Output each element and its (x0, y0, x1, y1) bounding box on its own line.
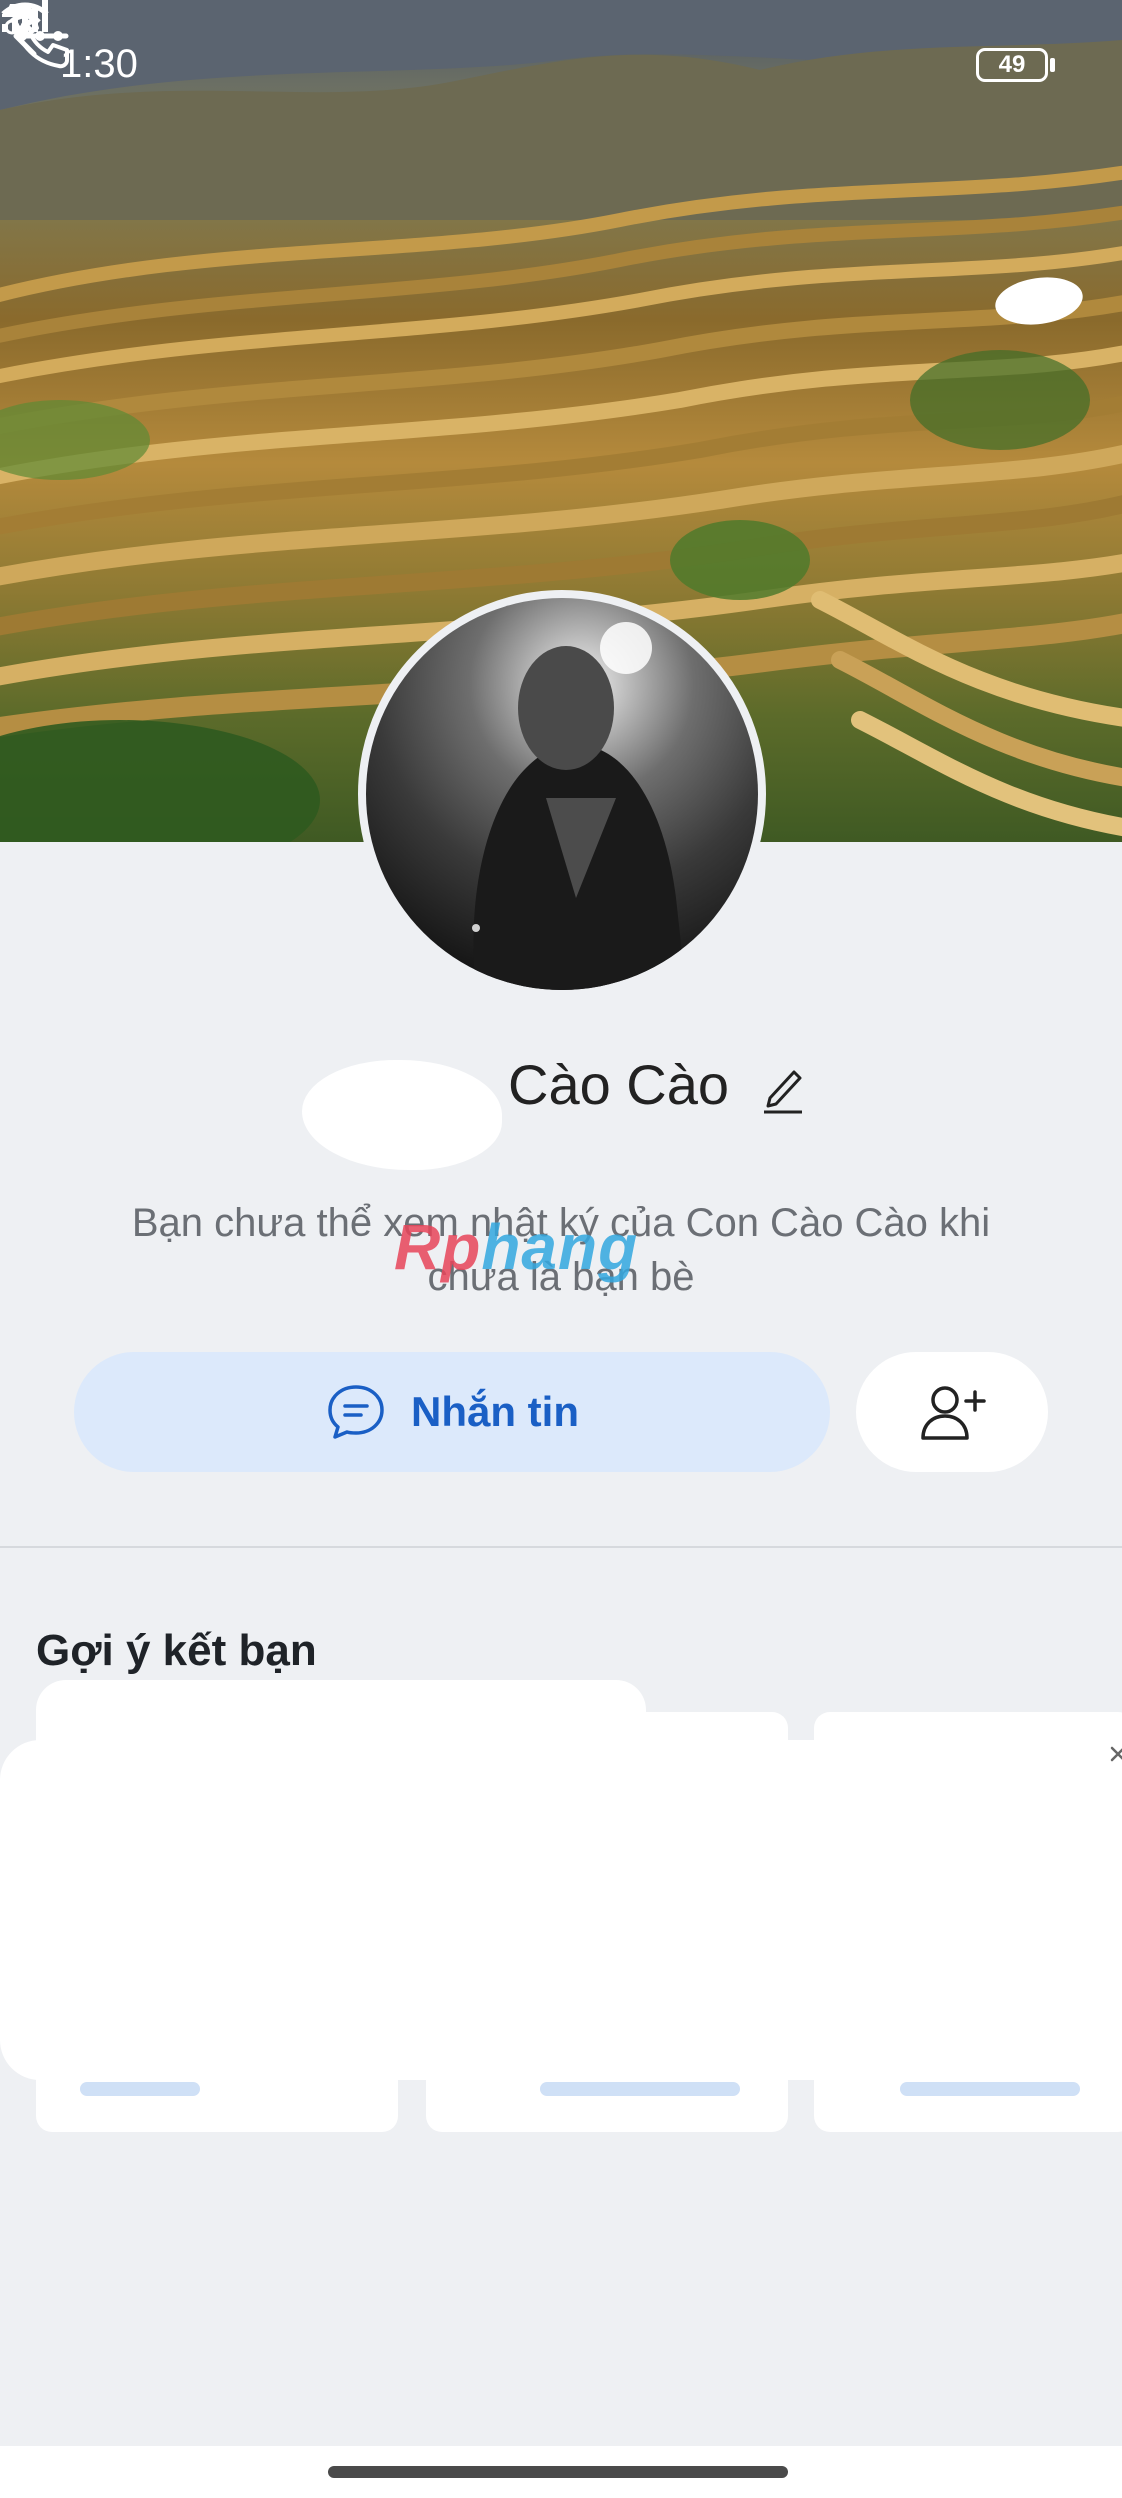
watermark-part-1: Rp (394, 1211, 482, 1283)
add-friend-button[interactable] (856, 1352, 1048, 1472)
battery-nub (1050, 58, 1055, 72)
suggestion-button-accent (80, 2082, 200, 2096)
avatar[interactable] (358, 590, 766, 998)
close-icon[interactable] (1108, 1740, 1122, 1768)
home-indicator[interactable] (328, 2466, 788, 2478)
avatar-portrait (472, 622, 686, 990)
profile-name: Cào Cào (508, 1053, 730, 1116)
status-bar: 1:30 49 (0, 0, 1122, 130)
add-friend-icon (921, 1386, 986, 1440)
suggestion-button-accent (900, 2082, 1080, 2096)
avatar-image (366, 598, 758, 990)
pencil-icon[interactable] (760, 1062, 806, 1114)
redaction-blob (302, 1060, 502, 1170)
friend-suggestions-title: Gợi ý kết bạn (36, 1626, 317, 1675)
watermark-logo: Rphang (394, 1210, 638, 1284)
friend-suggestions-carousel[interactable] (0, 1680, 1122, 2140)
more-dots-icon[interactable] (0, 0, 80, 80)
section-divider (0, 1546, 1122, 1548)
watermark-part-2: hang (481, 1211, 639, 1283)
redaction-blob (36, 1680, 646, 1800)
message-button[interactable]: Nhắn tin (74, 1352, 830, 1472)
suggestion-button-accent (540, 2082, 740, 2096)
battery-indicator: 49 (976, 48, 1048, 82)
profile-name-row: Cào Cào (0, 1040, 1122, 1170)
message-button-label: Nhắn tin (411, 1388, 579, 1435)
battery-level: 49 (998, 51, 1026, 78)
chat-bubble-icon (328, 1385, 384, 1439)
